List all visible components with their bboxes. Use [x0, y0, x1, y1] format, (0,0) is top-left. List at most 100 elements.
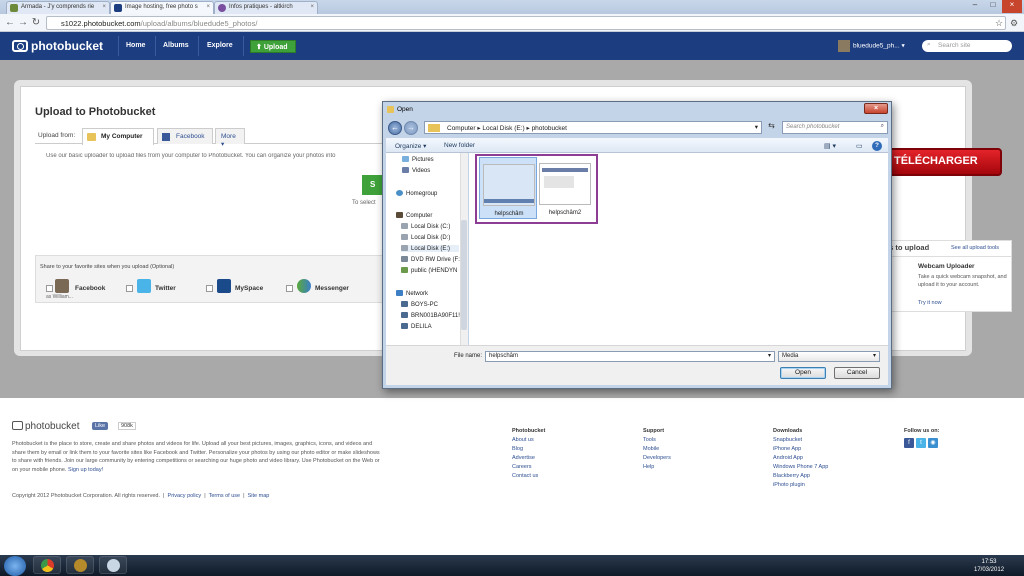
footer-link[interactable]: About us: [512, 436, 545, 445]
dialog-search-input[interactable]: Search photobucket ⌕: [782, 121, 888, 134]
drive-icon: [401, 223, 408, 229]
computer-icon: [401, 312, 408, 318]
signup-link[interactable]: Sign up today!: [68, 467, 103, 473]
header-upload-button[interactable]: ⬆ Upload: [250, 40, 296, 53]
back-arrow-icon[interactable]: ←: [4, 17, 16, 29]
footer-link[interactable]: Developers: [643, 454, 671, 463]
see-all-tools-link[interactable]: See all upload tools: [951, 245, 999, 251]
share-myspace-checkbox[interactable]: [206, 285, 213, 292]
nav-local-disk-c[interactable]: Local Disk (C:): [401, 223, 450, 230]
window-maximize-button[interactable]: □: [984, 0, 1002, 13]
footer-link[interactable]: Careers: [512, 463, 545, 472]
nav-explore[interactable]: Explore: [207, 42, 233, 49]
nav-pictures[interactable]: Pictures: [402, 156, 434, 163]
refresh-icon[interactable]: ⇆: [765, 121, 778, 134]
footer-logo[interactable]: photobucket: [12, 421, 80, 432]
help-icon[interactable]: ?: [872, 141, 882, 151]
footer-link[interactable]: iPhoto plugin: [773, 481, 828, 490]
footer-link[interactable]: Snapbucket: [773, 436, 828, 445]
footer-link[interactable]: Contact us: [512, 472, 545, 481]
tab-more[interactable]: More ▾: [215, 128, 245, 148]
webcam-uploader-title: Webcam Uploader: [918, 263, 975, 270]
footer-link[interactable]: Windows Phone 7 App: [773, 463, 828, 472]
footer-link[interactable]: Mobile: [643, 445, 671, 454]
footer-link[interactable]: Tools: [643, 436, 671, 445]
site-map-link[interactable]: Site map: [248, 493, 270, 499]
facebook-like-button[interactable]: Like: [92, 422, 109, 430]
browser-tab-altkirch[interactable]: Infos pratiques - altkirch ×: [214, 1, 318, 14]
chat-icon[interactable]: ◉: [928, 438, 938, 448]
chevron-down-icon[interactable]: ▾: [755, 123, 758, 131]
nav-local-disk-d[interactable]: Local Disk (D:): [401, 234, 450, 241]
footer-link[interactable]: Android App: [773, 454, 828, 463]
share-messenger-checkbox[interactable]: [286, 285, 293, 292]
view-options-icon[interactable]: ▤ ▾: [824, 142, 836, 150]
new-folder-button[interactable]: New folder: [444, 142, 475, 149]
footer-link[interactable]: Blog: [512, 445, 545, 454]
photobucket-logo[interactable]: photobucket: [12, 39, 103, 53]
footer-description: Photobucket is the place to store, creat…: [12, 441, 380, 473]
dvd-drive-icon: [401, 256, 408, 262]
start-button[interactable]: [4, 556, 26, 576]
wrench-menu-icon[interactable]: ⚙: [1008, 17, 1020, 29]
url-input[interactable]: s1022.photobucket.com/upload/albums/blue…: [46, 16, 1006, 30]
nav-videos[interactable]: Videos: [402, 167, 430, 174]
window-close-button[interactable]: ×: [1002, 0, 1022, 13]
nav-delila[interactable]: DELILA: [401, 323, 432, 330]
messenger-icon: [297, 279, 311, 293]
tab-close-icon[interactable]: ×: [102, 4, 106, 10]
try-it-now-link[interactable]: Try it now: [918, 300, 942, 306]
share-facebook-checkbox[interactable]: [46, 285, 53, 292]
chevron-down-icon[interactable]: ▾: [768, 352, 771, 359]
terms-of-use-link[interactable]: Terms of use: [209, 493, 240, 499]
nav-home[interactable]: Home: [126, 42, 145, 49]
select-photos-button[interactable]: S: [362, 175, 384, 195]
scrollbar-thumb[interactable]: [461, 220, 467, 330]
organize-menu[interactable]: Organize ▾: [395, 142, 426, 150]
nav-boys-pc[interactable]: BOYS-PC: [401, 301, 438, 308]
nav-brn-printer[interactable]: BRN001BA90F11!: [401, 312, 460, 319]
site-search-input[interactable]: ⌕ Search site: [922, 40, 1012, 52]
dialog-path-breadcrumb[interactable]: Computer ▸ Local Disk (E:) ▸ photobucket…: [424, 121, 762, 134]
tab-my-computer[interactable]: My Computer: [82, 128, 154, 145]
taskbar-explorer[interactable]: [99, 556, 127, 574]
file-name-input[interactable]: helpschâm ▾: [485, 351, 775, 362]
footer-link[interactable]: Blackberry App: [773, 472, 828, 481]
preview-pane-icon[interactable]: ▭: [856, 142, 863, 150]
open-button[interactable]: Open: [780, 367, 826, 379]
tab-close-icon[interactable]: ×: [310, 4, 314, 10]
nav-albums[interactable]: Albums: [163, 42, 189, 49]
footer-link[interactable]: Help: [643, 463, 671, 472]
nav-network[interactable]: Network: [396, 290, 428, 297]
nav-public-share[interactable]: public (\HENDYN: [401, 267, 460, 274]
dialog-back-icon[interactable]: ←: [388, 121, 402, 135]
user-menu[interactable]: bluedude5_ph... ▾: [838, 40, 905, 52]
twitter-icon[interactable]: t: [916, 438, 926, 448]
taskbar-chrome[interactable]: [33, 556, 61, 574]
browser-tab-armada[interactable]: Armada - J'y comprends rie ×: [6, 1, 110, 14]
download-ad-button[interactable]: TÉLÉCHARGER: [886, 148, 1002, 176]
share-twitter-checkbox[interactable]: [126, 285, 133, 292]
tab-facebook[interactable]: Facebook: [157, 128, 213, 144]
nav-computer[interactable]: Computer: [396, 212, 432, 219]
dialog-forward-icon[interactable]: →: [404, 121, 418, 135]
footer-copyright: Copyright 2012 Photobucket Corporation. …: [12, 493, 270, 499]
forward-arrow-icon[interactable]: →: [17, 17, 29, 29]
footer-link[interactable]: iPhone App: [773, 445, 828, 454]
avatar: [838, 40, 850, 52]
tab-close-icon[interactable]: ×: [206, 4, 210, 10]
footer-link[interactable]: Advertise: [512, 454, 545, 463]
reload-icon[interactable]: ↻: [30, 17, 42, 29]
cancel-button[interactable]: Cancel: [834, 367, 880, 379]
nav-homegroup[interactable]: Homegroup: [396, 190, 437, 197]
privacy-policy-link[interactable]: Privacy policy: [168, 493, 202, 499]
nav-dvd-drive[interactable]: DVD RW Drive (F:: [401, 256, 460, 263]
bookmark-star-icon[interactable]: ☆: [993, 17, 1005, 29]
dialog-close-button[interactable]: ×: [864, 103, 888, 114]
taskbar-wow[interactable]: [66, 556, 94, 574]
facebook-icon[interactable]: f: [904, 438, 914, 448]
window-minimize-button[interactable]: –: [966, 0, 984, 13]
file-type-select[interactable]: Media ▾: [778, 351, 880, 362]
nav-local-disk-e[interactable]: Local Disk (E:): [401, 245, 459, 252]
browser-tab-photobucket[interactable]: Image hosting, free photo s ×: [110, 1, 214, 14]
